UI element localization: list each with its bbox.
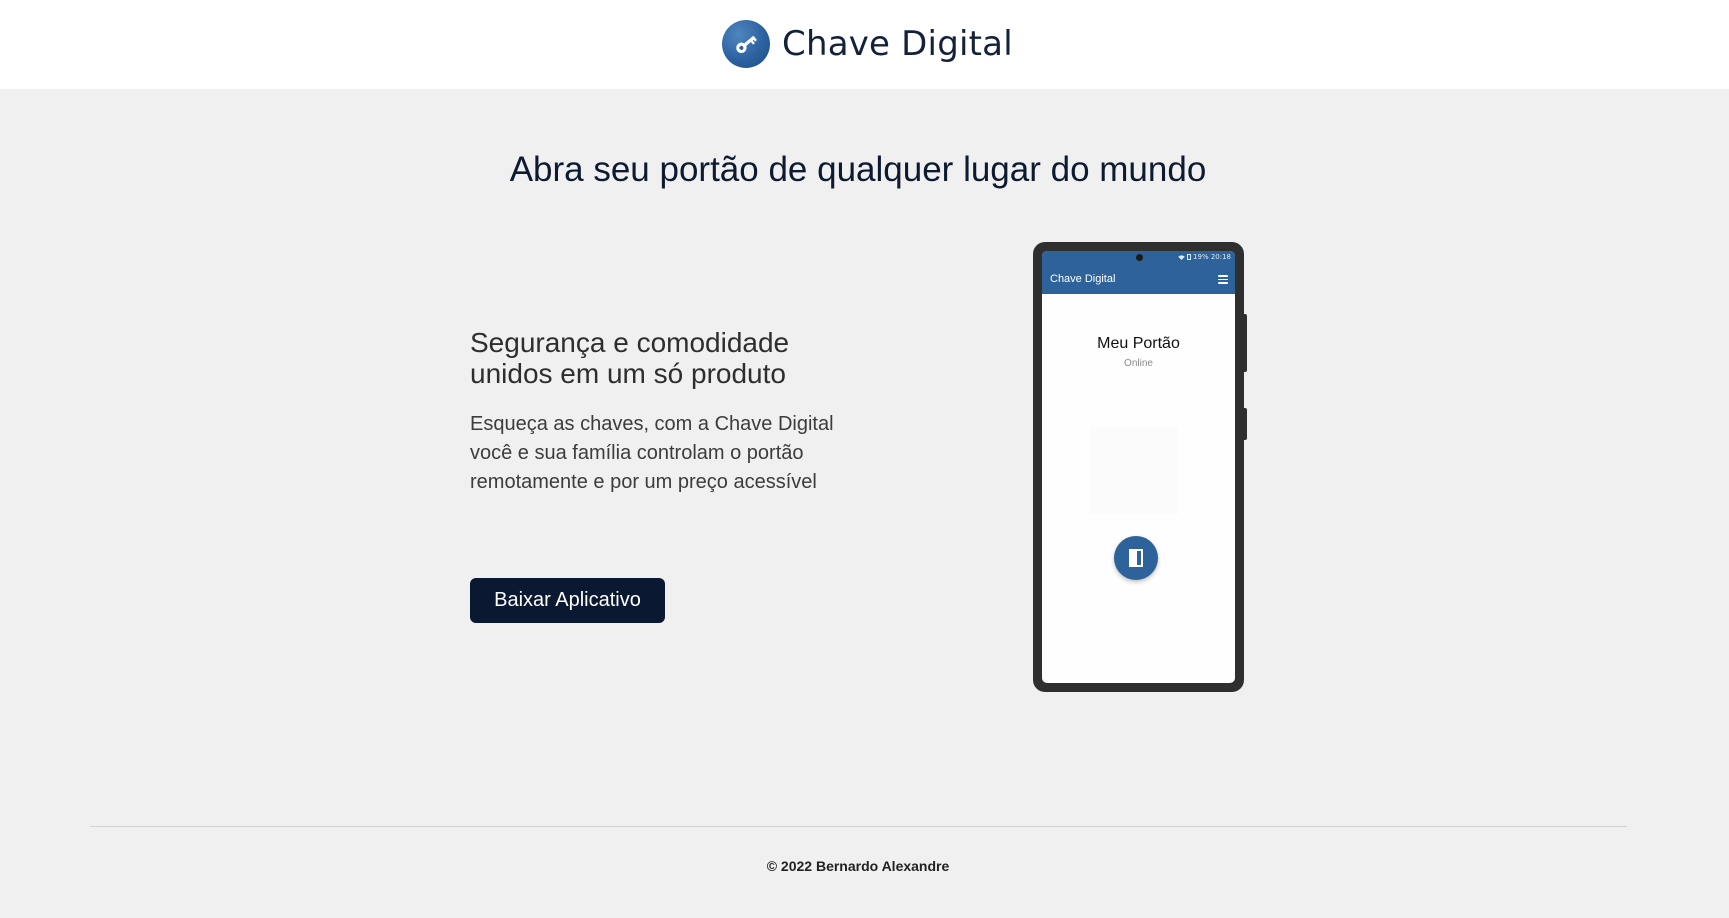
phone-screen: 19% 20:18 Chave Digital Meu Portão Onlin… [1042,251,1235,683]
app-title: Chave Digital [1050,273,1116,285]
camera-dot [1136,254,1143,261]
hero-description: Esqueça as chaves, com a Chave Digital v… [470,410,890,497]
download-app-button[interactable]: Baixar Aplicativo [470,578,665,623]
hero-description-line-1: Esqueça as chaves, com a Chave Digital [470,413,834,435]
hero-description-line-3: remotamente e por um preço acessível [470,471,817,493]
hero-subtitle-line-2: unidos em um só produto [470,358,786,389]
top-header: Chave Digital [0,0,1729,89]
status-text: 19% 20:18 [1193,253,1231,261]
battery-icon [1187,254,1192,260]
hero-subtitle-line-1: Segurança e comodidade [470,327,790,358]
brand[interactable]: Chave Digital [722,19,1013,69]
open-gate-button[interactable] [1114,536,1158,580]
phone-mockup: 19% 20:18 Chave Digital Meu Portão Onlin… [1033,242,1244,692]
status-bar: 19% 20:18 [1178,253,1231,261]
door-icon [1129,549,1143,567]
device-status: Online [1124,358,1153,369]
gate-image-placeholder [1089,427,1178,514]
hero-description-line-2: você e sua família controlam o portão [470,442,804,464]
hero-subtitle: Segurança e comodidade unidos em um só p… [470,327,890,389]
app-header: 19% 20:18 Chave Digital [1042,251,1235,294]
device-name: Meu Portão [1097,335,1180,352]
footer-divider [90,826,1627,827]
hero-text: Segurança e comodidade unidos em um só p… [470,327,890,497]
key-icon [722,20,770,68]
footer-copyright: © 2022 Bernardo Alexandre [766,858,950,874]
hamburger-menu-icon[interactable] [1218,275,1228,284]
hero-title: Abra seu portão de qualquer lugar do mun… [509,150,1207,189]
brand-name: Chave Digital [782,24,1013,64]
wifi-icon [1178,254,1185,260]
